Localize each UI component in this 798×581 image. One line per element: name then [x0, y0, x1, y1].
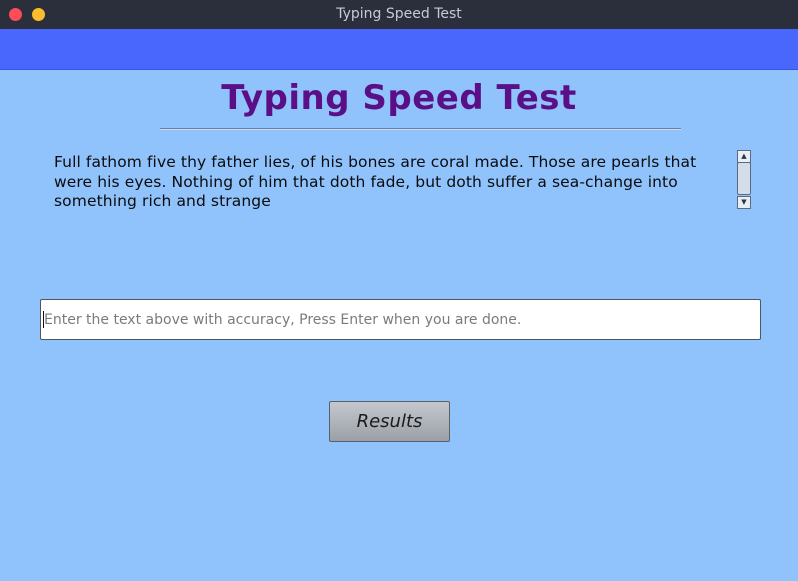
- heading-divider: [160, 128, 681, 130]
- typing-input[interactable]: [40, 299, 761, 340]
- text-cursor: [43, 311, 44, 328]
- results-button[interactable]: Results: [329, 401, 450, 442]
- passage-scrollbar[interactable]: ▲ ▼: [737, 150, 751, 210]
- app-window: Typing Speed Test Typing Speed Test Full…: [0, 0, 798, 581]
- scroll-down-arrow-icon[interactable]: ▼: [737, 196, 751, 209]
- header-band: [0, 29, 798, 70]
- scrollbar-thumb[interactable]: [737, 162, 751, 195]
- passage-text: Full fathom five thy father lies, of his…: [54, 153, 697, 210]
- page-title: Typing Speed Test: [221, 78, 577, 118]
- title-bar: Typing Speed Test: [0, 0, 798, 29]
- window-title: Typing Speed Test: [336, 6, 462, 22]
